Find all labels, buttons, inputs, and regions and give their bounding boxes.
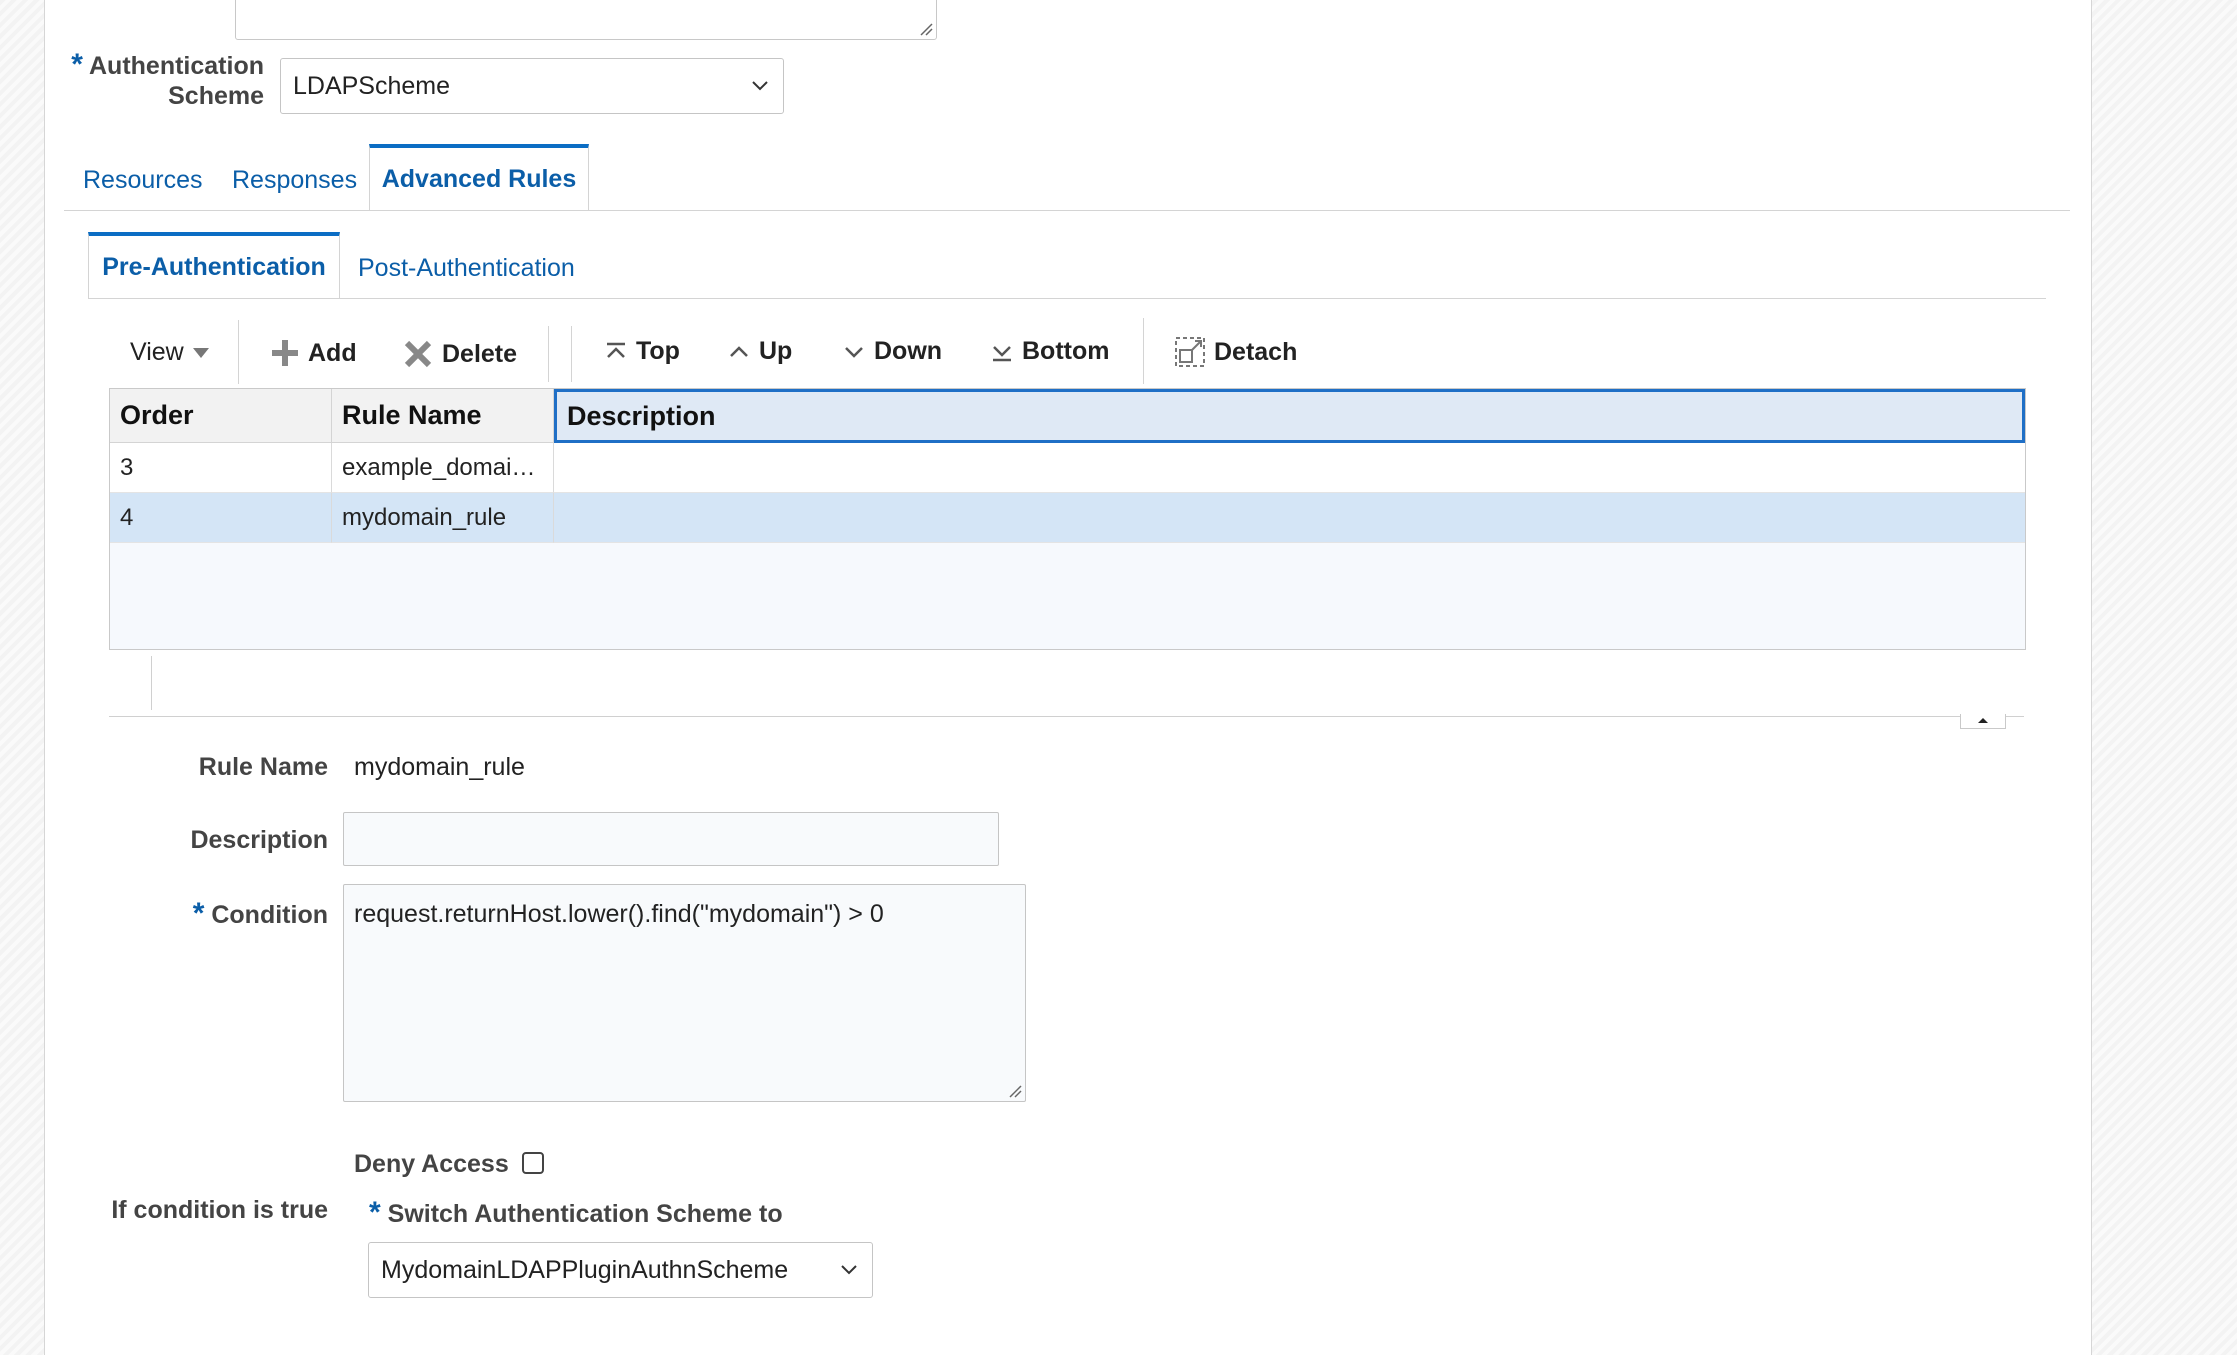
cell-rule-name: mydomain_rule [332, 493, 554, 543]
column-header-rule-name[interactable]: Rule Name [332, 389, 554, 443]
plus-icon [272, 340, 298, 366]
delete-button[interactable]: Delete [402, 338, 517, 370]
condition-text: request.returnHost.lower().find("mydomai… [354, 900, 884, 928]
deny-access-label: Deny Access [354, 1150, 509, 1178]
toolbar-divider [571, 326, 572, 382]
deny-access-checkbox[interactable] [522, 1152, 544, 1174]
column-header-order[interactable]: Order [110, 389, 332, 443]
description-field[interactable] [343, 812, 999, 866]
chevron-down-icon [752, 81, 768, 91]
tab-pre-authentication[interactable]: Pre-Authentication [88, 232, 340, 298]
detach-button[interactable]: Detach [1174, 336, 1297, 368]
collapse-pane-button[interactable] [1960, 714, 2006, 729]
auth-scheme-value: LDAPScheme [293, 71, 451, 100]
up-button[interactable]: Up [727, 337, 792, 366]
cell-description [554, 493, 2025, 543]
tab-resources[interactable]: Resources [83, 166, 203, 195]
sub-tabs: Pre-Authentication Post-Authentication [88, 232, 2046, 299]
switch-scheme-value: MydomainLDAPPluginAuthnScheme [381, 1255, 789, 1284]
main-tabs: Resources Responses Advanced Rules [64, 144, 2070, 211]
splitter[interactable] [109, 716, 2024, 717]
column-header-description[interactable]: Description [554, 389, 2025, 443]
cell-description [554, 443, 2025, 493]
add-button[interactable]: Add [270, 338, 357, 368]
rule-name-value: mydomain_rule [354, 753, 525, 781]
rules-table: Order Rule Name Description 3 example_do… [109, 388, 2026, 650]
tab-responses[interactable]: Responses [232, 166, 357, 195]
required-icon: * [369, 1196, 381, 1229]
rule-name-label: Rule Name [198, 753, 328, 781]
required-icon: * [192, 897, 205, 930]
resize-grip-icon[interactable] [919, 22, 933, 36]
cell-rule-name: example_domai… [332, 443, 554, 493]
cell-order: 3 [110, 443, 332, 493]
chevron-down-icon [845, 346, 863, 358]
tab-post-authentication[interactable]: Post-Authentication [358, 254, 575, 283]
toolbar-divider [548, 326, 549, 382]
top-button[interactable]: Top [604, 337, 680, 366]
description-label: Description [190, 826, 328, 854]
bottom-button[interactable]: Bottom [990, 337, 1109, 366]
condition-label: * Condition [192, 897, 328, 930]
caret-down-icon [192, 347, 209, 358]
auth-scheme-select[interactable]: LDAPScheme [280, 58, 784, 114]
auth-scheme-label: * Authentication Scheme [71, 48, 264, 111]
if-condition-true-label: If condition is true [111, 1196, 328, 1224]
chevron-down-icon [841, 1265, 857, 1275]
view-menu[interactable]: View [130, 338, 210, 367]
tab-advanced-rules[interactable]: Advanced Rules [369, 144, 589, 210]
chevron-up-icon [730, 345, 748, 357]
required-icon: * [71, 48, 83, 81]
table-footer-divider [151, 656, 152, 710]
switch-scheme-select[interactable]: MydomainLDAPPluginAuthnScheme [368, 1242, 873, 1298]
condition-textarea[interactable]: request.returnHost.lower().find("mydomai… [343, 884, 1026, 1102]
toolbar-divider [238, 320, 239, 384]
down-button[interactable]: Down [842, 337, 942, 366]
cell-order: 4 [110, 493, 332, 543]
resize-grip-icon[interactable] [1008, 1084, 1022, 1098]
table-row-selected[interactable]: 4 mydomain_rule [110, 493, 2025, 543]
delete-x-icon [404, 340, 432, 368]
toolbar-divider [1143, 318, 1144, 384]
move-bottom-icon [993, 345, 1011, 361]
upper-textarea[interactable] [235, 0, 937, 40]
move-top-icon [607, 342, 625, 358]
caret-up-icon [1978, 718, 1988, 723]
table-row[interactable]: 3 example_domai… [110, 443, 2025, 493]
detach-icon [1175, 337, 1205, 367]
switch-scheme-label: * Switch Authentication Scheme to [369, 1196, 783, 1229]
